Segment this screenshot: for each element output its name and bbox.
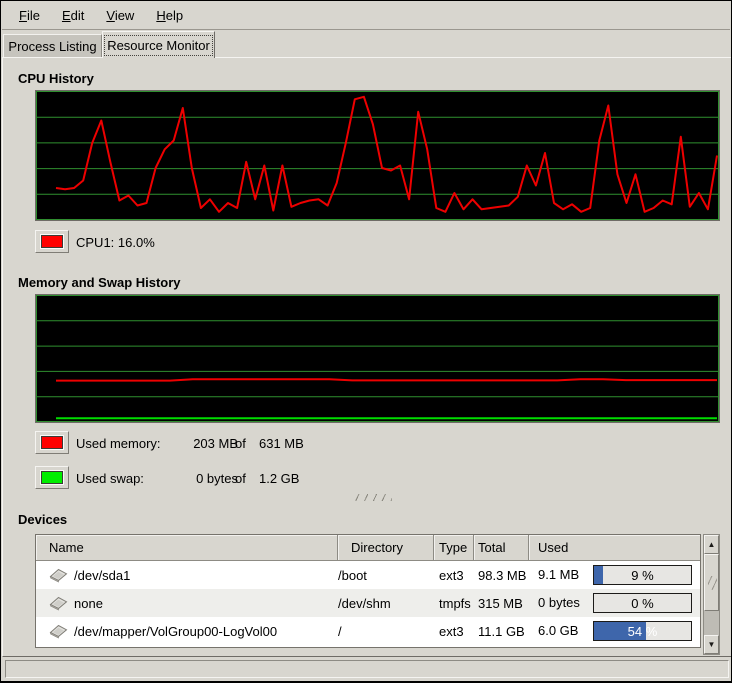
table-row[interactable]: none /dev/shm tmpfs 315 MB 0 bytes 0 % <box>36 589 700 617</box>
cpu1-color-swatch <box>41 235 63 248</box>
devices-table-header: Name Directory Type Total Used <box>36 535 700 561</box>
memory-color-button[interactable] <box>35 431 69 454</box>
used-swap-label: Used swap: <box>76 471 144 486</box>
table-row[interactable]: /dev/mapper/VolGroup00-LogVol00 / ext3 1… <box>36 617 700 645</box>
column-header-type[interactable]: Type <box>434 535 474 561</box>
pane-resize-grip[interactable] <box>354 494 392 501</box>
total-memory-value: 631 MB <box>259 436 304 451</box>
menu-help[interactable]: Help <box>145 4 194 27</box>
device-directory: /dev/shm <box>338 596 391 611</box>
usage-percent-label: 9 % <box>594 566 691 584</box>
disk-drive-icon <box>49 624 68 639</box>
column-header-name[interactable]: Name <box>36 535 338 561</box>
menu-edit[interactable]: Edit <box>51 4 95 27</box>
device-used: 6.0 GB <box>538 617 578 645</box>
column-header-used[interactable]: Used <box>529 535 700 561</box>
tab-bar: Process Listing Resource Monitor <box>2 31 730 58</box>
scrollbar-thumb[interactable] <box>704 554 719 611</box>
menu-file[interactable]: File <box>8 4 51 27</box>
used-memory-line <box>56 379 717 380</box>
disk-drive-icon <box>49 568 68 583</box>
device-total: 315 MB <box>478 596 523 611</box>
cpu-history-title: CPU History <box>18 71 94 86</box>
device-name: /dev/mapper/VolGroup00-LogVol00 <box>74 624 277 639</box>
usage-percent-label: 0 % <box>594 594 691 612</box>
tab-resource-monitor[interactable]: Resource Monitor <box>102 31 215 58</box>
device-total: 98.3 MB <box>478 568 526 583</box>
menu-bar: File Edit View Help <box>2 2 730 30</box>
menu-view[interactable]: View <box>95 4 145 27</box>
devices-scrollbar[interactable]: ▲ ▼ <box>703 534 720 655</box>
memory-graph-border <box>37 296 719 422</box>
total-swap-value: 1.2 GB <box>259 471 299 486</box>
devices-title: Devices <box>18 512 67 527</box>
used-memory-value: 203 MB <box>158 436 238 451</box>
usage-percent-label: 54 % <box>594 622 691 640</box>
used-memory-of: of <box>235 436 246 451</box>
swap-color-button[interactable] <box>35 466 69 489</box>
used-swap-of: of <box>235 471 246 486</box>
scrollbar-thumb-grip-icon <box>708 576 717 590</box>
memory-color-swatch <box>41 436 63 449</box>
resource-monitor-page: CPU History CPU1: 16.0% Memory and Swap … <box>2 57 732 657</box>
usage-progress-bar: 54 % <box>593 621 692 641</box>
device-name: none <box>74 596 103 611</box>
swap-color-swatch <box>41 471 63 484</box>
device-directory: / <box>338 624 342 639</box>
device-type: ext3 <box>439 624 464 639</box>
device-total: 11.1 GB <box>478 624 525 639</box>
column-header-directory[interactable]: Directory <box>338 535 434 561</box>
device-used: 0 bytes <box>538 589 580 617</box>
device-type: ext3 <box>439 568 464 583</box>
tab-process-listing-label: Process Listing <box>8 39 96 54</box>
table-row[interactable]: /dev/sda1 /boot ext3 98.3 MB 9.1 MB 9 % <box>36 561 700 589</box>
memory-swap-graph <box>35 294 720 423</box>
device-type: tmpfs <box>439 596 471 611</box>
device-used: 9.1 MB <box>538 561 579 589</box>
memory-graph-gridlines <box>37 321 718 397</box>
scrollbar-up-arrow-icon[interactable]: ▲ <box>704 535 719 554</box>
used-swap-value: 0 bytes <box>158 471 238 486</box>
device-directory: /boot <box>338 568 367 583</box>
tab-resource-monitor-label: Resource Monitor <box>107 38 210 53</box>
devices-table-body: /dev/sda1 /boot ext3 98.3 MB 9.1 MB 9 % … <box>36 561 700 645</box>
usage-progress-bar: 0 % <box>593 593 692 613</box>
column-header-total[interactable]: Total <box>474 535 529 561</box>
usage-progress-bar: 9 % <box>593 565 692 585</box>
cpu-history-graph <box>35 90 720 221</box>
devices-table: Name Directory Type Total Used /dev/sda1… <box>35 534 701 648</box>
device-name: /dev/sda1 <box>74 568 130 583</box>
cpu-graph-border <box>37 92 719 220</box>
scrollbar-down-arrow-icon[interactable]: ▼ <box>704 635 719 654</box>
used-memory-label: Used memory: <box>76 436 161 451</box>
status-bar <box>5 660 729 678</box>
cpu1-color-button[interactable] <box>35 230 69 253</box>
tab-process-listing[interactable]: Process Listing <box>3 34 102 58</box>
memory-swap-title: Memory and Swap History <box>18 275 181 290</box>
disk-drive-icon <box>49 596 68 611</box>
cpu1-usage-label: CPU1: 16.0% <box>76 235 155 250</box>
system-monitor-window: File Edit View Help Process Listing Reso… <box>0 0 732 683</box>
